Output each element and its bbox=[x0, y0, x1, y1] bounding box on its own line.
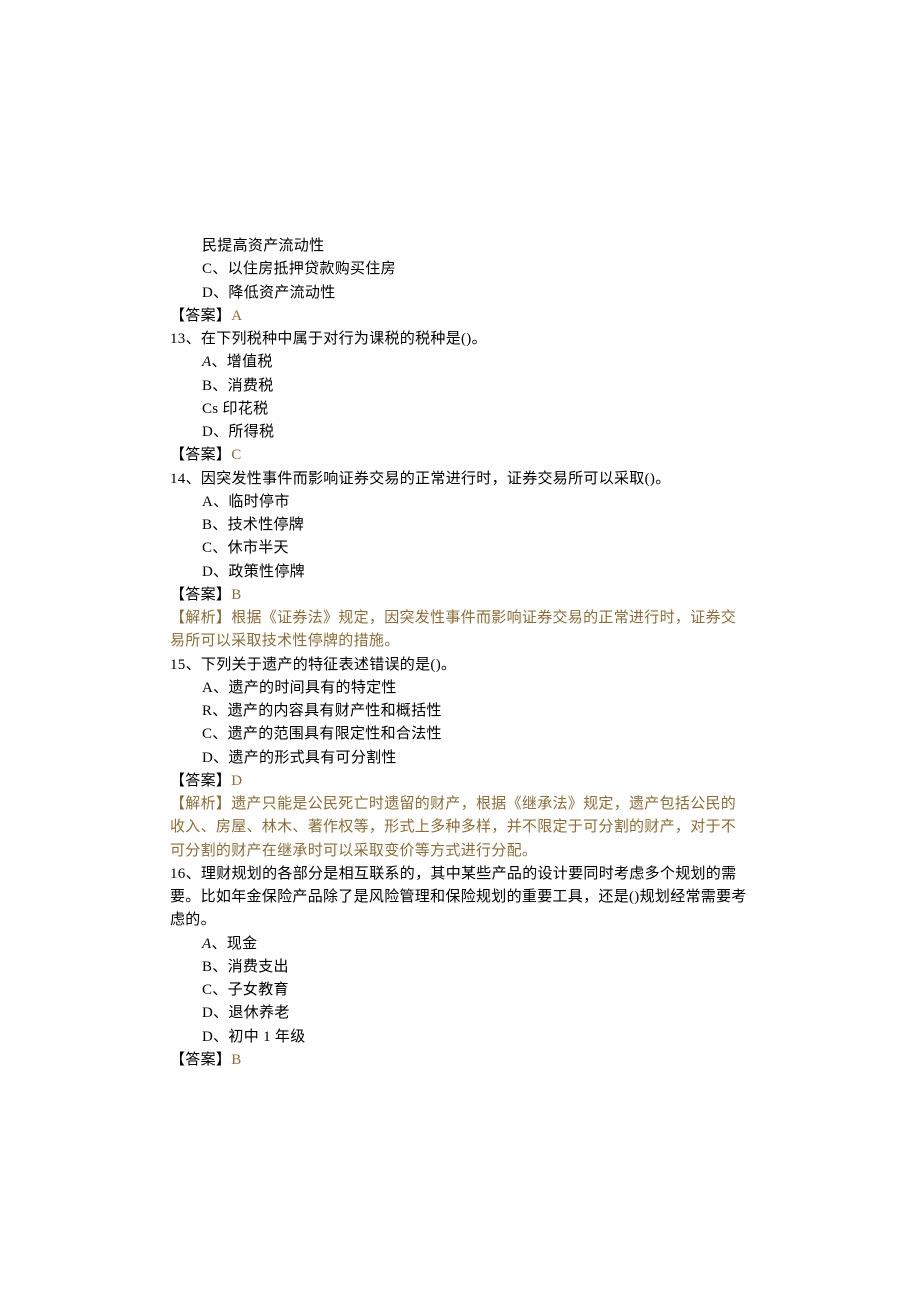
explanation-text: 根据《证券法》规定，因突发性事件而影响证券交易的正常进行时，证券交易所可以采取技… bbox=[170, 610, 736, 649]
answer-label: 【答案】 bbox=[170, 1052, 231, 1068]
answer-label: 【答案】 bbox=[170, 587, 231, 603]
explanation-label: 【解析】 bbox=[170, 610, 231, 626]
question-stem: 15、下列关于遗产的特征表述错误的是()。 bbox=[170, 654, 750, 677]
explanation-label: 【解析】 bbox=[170, 796, 231, 812]
option-a-text: 、增值税 bbox=[211, 354, 272, 370]
answer-line: 【答案】A bbox=[170, 305, 750, 328]
option-e: D、初中 1 年级 bbox=[170, 1026, 750, 1049]
option-b: B、消费税 bbox=[170, 375, 750, 398]
question-stem: 16、理财规划的各部分是相互联系的，其中某些产品的设计要同时考虑多个规划的需要。… bbox=[170, 863, 750, 933]
answer-line: 【答案】C bbox=[170, 444, 750, 467]
document-page: { "colors": { "accent": "#8A6D3B" }, "q1… bbox=[0, 0, 920, 1301]
option-c: C、休市半天 bbox=[170, 537, 750, 560]
explanation-line: 【解析】根据《证券法》规定，因突发性事件而影响证券交易的正常进行时，证券交易所可… bbox=[170, 607, 750, 654]
option-b: B、技术性停牌 bbox=[170, 514, 750, 537]
option-d: D、遗产的形式具有可分割性 bbox=[170, 747, 750, 770]
option-c: C、遗产的范围具有限定性和合法性 bbox=[170, 723, 750, 746]
option-d: D、降低资产流动性 bbox=[170, 282, 750, 305]
answer-line: 【答案】B bbox=[170, 584, 750, 607]
option-remainder: 民提高资产流动性 bbox=[170, 235, 750, 258]
option-a: A、临时停市 bbox=[170, 491, 750, 514]
question-stem: 14、因突发性事件而影响证券交易的正常进行时，证券交易所可以采取()。 bbox=[170, 468, 750, 491]
option-c: Cs 印花税 bbox=[170, 398, 750, 421]
option-a: A、增值税 bbox=[170, 351, 750, 374]
option-d: D、政策性停牌 bbox=[170, 561, 750, 584]
answer-value: A bbox=[231, 308, 242, 324]
answer-label: 【答案】 bbox=[170, 447, 231, 463]
answer-value: B bbox=[231, 1052, 241, 1068]
option-b: R、遗产的内容具有财产性和概括性 bbox=[170, 700, 750, 723]
answer-label: 【答案】 bbox=[170, 308, 231, 324]
answer-line: 【答案】B bbox=[170, 1049, 750, 1072]
answer-label: 【答案】 bbox=[170, 773, 231, 789]
option-c: C、子女教育 bbox=[170, 979, 750, 1002]
option-b: B、消费支出 bbox=[170, 956, 750, 979]
option-d: D、所得税 bbox=[170, 421, 750, 444]
option-a-text: 、现金 bbox=[211, 936, 257, 952]
answer-value: C bbox=[231, 447, 241, 463]
option-a: A、遗产的时间具有的特定性 bbox=[170, 677, 750, 700]
option-c: C、以住房抵押贷款购买住房 bbox=[170, 258, 750, 281]
option-a: A、现金 bbox=[170, 933, 750, 956]
answer-line: 【答案】D bbox=[170, 770, 750, 793]
explanation-text: 遗产只能是公民死亡时遗留的财产，根据《继承法》规定，遗产包括公民的收入、房屋、林… bbox=[170, 796, 736, 859]
option-d: D、退休养老 bbox=[170, 1002, 750, 1025]
answer-value: D bbox=[231, 773, 242, 789]
answer-value: B bbox=[231, 587, 241, 603]
explanation-line: 【解析】遗产只能是公民死亡时遗留的财产，根据《继承法》规定，遗产包括公民的收入、… bbox=[170, 793, 750, 863]
question-stem: 13、在下列税种中属于对行为课税的税种是()。 bbox=[170, 328, 750, 351]
